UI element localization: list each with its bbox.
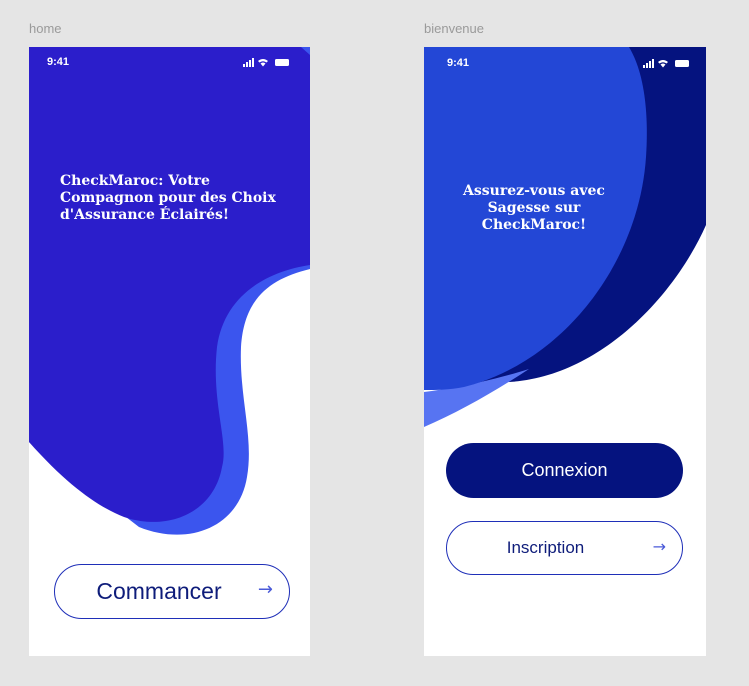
arrow-right-icon: →: [652, 537, 666, 556]
bienvenue-headline: Assurez-vous avec Sagesse sur CheckMaroc…: [463, 183, 605, 233]
home-frame-label: home: [29, 21, 62, 36]
status-icons: [243, 58, 289, 67]
signal-icon: [643, 65, 645, 68]
login-button[interactable]: Connexion: [446, 443, 683, 498]
status-time: 9:41: [47, 56, 70, 68]
wifi-icon: [258, 59, 268, 67]
bienvenue-frame-label: bienvenue: [424, 21, 484, 36]
home-headline: CheckMaroc: Votre Compagnon pour des Cho…: [60, 173, 276, 223]
wifi-icon: [658, 60, 668, 68]
start-button-label: Commancer: [96, 578, 222, 604]
signal-icon: [243, 64, 245, 67]
login-button-label: Connexion: [521, 460, 608, 480]
battery-icon: [275, 59, 289, 66]
signup-button-label: Inscription: [506, 538, 585, 557]
start-button[interactable]: Commancer →: [54, 564, 290, 619]
battery-icon: [675, 60, 689, 67]
status-time: 9:41: [447, 57, 470, 69]
home-screen: 9:41 CheckMaroc: Votre Compagnon pour de…: [29, 47, 310, 656]
status-icons: [643, 59, 689, 68]
signup-button[interactable]: Inscription →: [446, 521, 683, 575]
arrow-right-icon: →: [257, 579, 273, 600]
bienvenue-screen: 9:41 Assurez-vous avec Sagesse sur Check…: [424, 47, 706, 656]
